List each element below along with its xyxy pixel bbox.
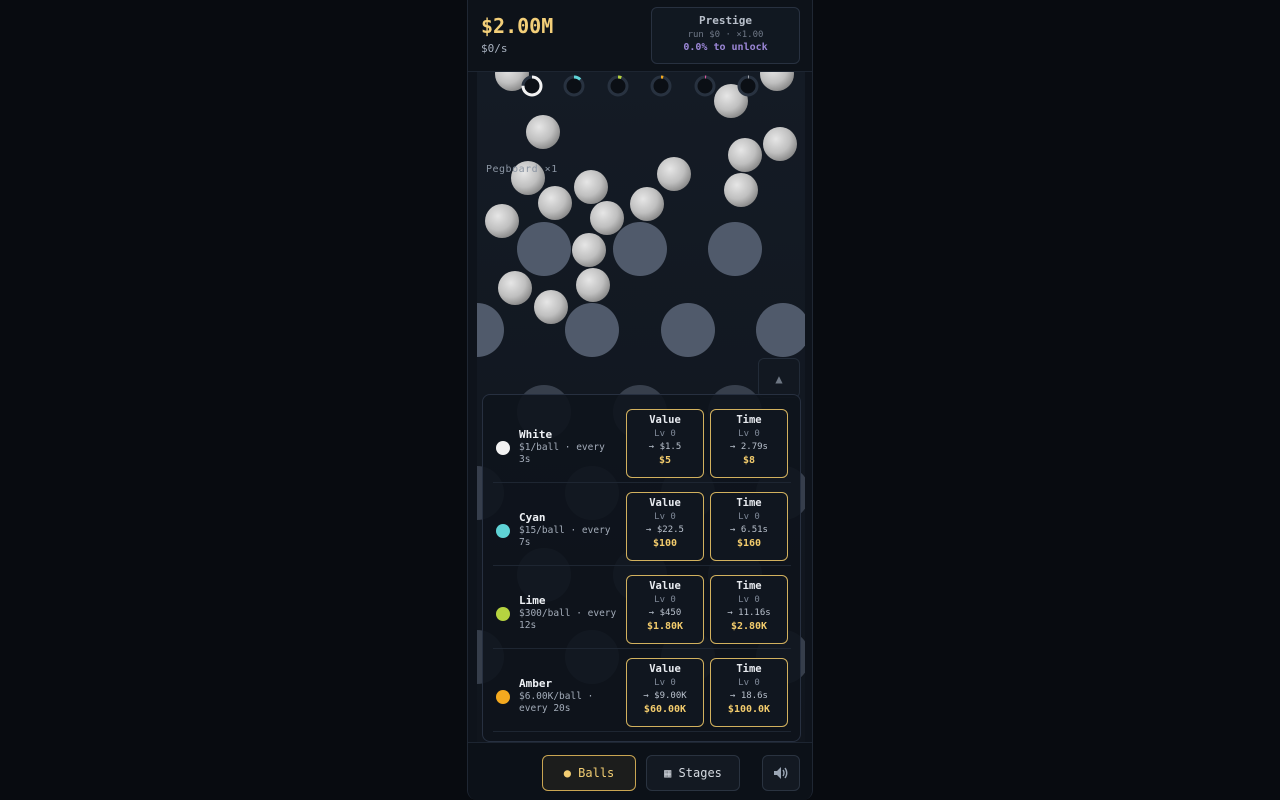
ball-description: $6.00K/ball · every 20s bbox=[519, 691, 594, 714]
speaker-icon bbox=[774, 767, 788, 779]
card-title: Time bbox=[736, 497, 762, 509]
falling-ball bbox=[572, 233, 606, 267]
ball-row-lime: Lime $300/ball · every 12s Value Lv 0 → … bbox=[493, 566, 791, 649]
sound-toggle-button[interactable] bbox=[762, 755, 800, 791]
card-price: $8 bbox=[742, 455, 756, 466]
card-price: $5 bbox=[658, 455, 672, 466]
card-level: Lv 0 bbox=[654, 512, 676, 522]
card-next: → 6.51s bbox=[730, 525, 768, 535]
card-price: $2.80K bbox=[730, 621, 768, 632]
header: $2.00M $0/s Prestige run $0 · ×1.00 0.0%… bbox=[468, 0, 812, 72]
ball-description: $1/ball · every 3s bbox=[519, 442, 605, 465]
peg bbox=[708, 222, 762, 276]
card-level: Lv 0 bbox=[654, 595, 676, 605]
peg bbox=[661, 303, 715, 357]
card-next: → $450 bbox=[648, 608, 682, 618]
spawn-timer bbox=[650, 75, 672, 97]
peg bbox=[613, 222, 667, 276]
falling-ball bbox=[760, 72, 794, 91]
prestige-title: Prestige bbox=[699, 14, 752, 27]
falling-ball bbox=[763, 127, 797, 161]
ball-description: $300/ball · every 12s bbox=[519, 608, 617, 631]
money-display: $2.00M bbox=[481, 14, 554, 38]
card-level: Lv 0 bbox=[738, 429, 760, 439]
time-upgrade-button[interactable]: Time Lv 0 → 18.6s $100.0K bbox=[710, 658, 788, 727]
card-title: Value bbox=[649, 497, 681, 509]
card-price: $160 bbox=[736, 538, 762, 549]
falling-ball bbox=[534, 290, 568, 324]
falling-ball bbox=[657, 157, 691, 191]
prestige-button[interactable]: Prestige run $0 · ×1.00 0.0% to unlock bbox=[651, 7, 800, 64]
time-upgrade-button[interactable]: Time Lv 0 → 11.16s $2.80K bbox=[710, 575, 788, 644]
card-title: Time bbox=[736, 414, 762, 426]
value-upgrade-button[interactable]: Value Lv 0 → $450 $1.80K bbox=[626, 575, 704, 644]
ball-upgrades-panel: White $1/ball · every 3s Value Lv 0 → $1… bbox=[482, 394, 801, 742]
card-title: Time bbox=[736, 580, 762, 592]
falling-ball bbox=[526, 115, 560, 149]
card-title: Value bbox=[649, 414, 681, 426]
falling-ball bbox=[590, 201, 624, 235]
income-rate: $0/s bbox=[481, 42, 508, 55]
card-next: → 11.16s bbox=[727, 608, 771, 618]
ball-name: Lime bbox=[519, 594, 546, 607]
falling-ball bbox=[630, 187, 664, 221]
falling-ball bbox=[724, 173, 758, 207]
ball-color-dot bbox=[496, 524, 510, 538]
value-upgrade-button[interactable]: Value Lv 0 → $9.00K $60.00K bbox=[626, 658, 704, 727]
ball-color-dot bbox=[496, 607, 510, 621]
peg bbox=[565, 303, 619, 357]
tab-stages[interactable]: ▦ Stages bbox=[646, 755, 740, 791]
card-price: $1.80K bbox=[646, 621, 684, 632]
collapse-panel-button[interactable]: ▲ bbox=[758, 358, 800, 398]
card-level: Lv 0 bbox=[738, 678, 760, 688]
ball-row-white: White $1/ball · every 3s Value Lv 0 → $1… bbox=[493, 400, 791, 483]
peg bbox=[517, 222, 571, 276]
falling-ball bbox=[498, 271, 532, 305]
falling-ball bbox=[728, 138, 762, 172]
ball-row-cyan: Cyan $15/ball · every 7s Value Lv 0 → $2… bbox=[493, 483, 791, 566]
bottom-nav: ● Balls ▦ Stages bbox=[468, 742, 812, 800]
value-upgrade-button[interactable]: Value Lv 0 → $1.5 $5 bbox=[626, 409, 704, 478]
prestige-unlock: 0.0% to unlock bbox=[683, 42, 768, 53]
pegboard-label: Pegboard ×1 bbox=[486, 164, 558, 175]
card-next: → 2.79s bbox=[730, 442, 768, 452]
ball-color-dot bbox=[496, 690, 510, 704]
card-level: Lv 0 bbox=[654, 429, 676, 439]
time-upgrade-button[interactable]: Time Lv 0 → 2.79s $8 bbox=[710, 409, 788, 478]
card-level: Lv 0 bbox=[738, 512, 760, 522]
card-title: Value bbox=[649, 663, 681, 675]
falling-ball bbox=[576, 268, 610, 302]
falling-ball bbox=[574, 170, 608, 204]
ball-name: White bbox=[519, 428, 553, 441]
tab-balls[interactable]: ● Balls bbox=[542, 755, 636, 791]
ball-description: $15/ball · every 7s bbox=[519, 525, 611, 548]
card-next: → $9.00K bbox=[643, 691, 687, 701]
game-window: $2.00M $0/s Prestige run $0 · ×1.00 0.0%… bbox=[467, 0, 813, 800]
card-next: → 18.6s bbox=[730, 691, 768, 701]
falling-ball bbox=[485, 204, 519, 238]
peg bbox=[756, 303, 805, 357]
card-level: Lv 0 bbox=[738, 595, 760, 605]
spawn-timer bbox=[563, 75, 585, 97]
prestige-subtitle: run $0 · ×1.00 bbox=[687, 30, 764, 40]
card-title: Time bbox=[736, 663, 762, 675]
card-price: $100.0K bbox=[727, 704, 771, 715]
value-upgrade-button[interactable]: Value Lv 0 → $22.5 $100 bbox=[626, 492, 704, 561]
card-next: → $22.5 bbox=[646, 525, 684, 535]
falling-ball bbox=[538, 186, 572, 220]
ball-name: Amber bbox=[519, 677, 553, 690]
ball-color-dot bbox=[496, 441, 510, 455]
card-title: Value bbox=[649, 580, 681, 592]
ball-row-amber: Amber $6.00K/ball · every 20s Value Lv 0… bbox=[493, 649, 791, 732]
peg bbox=[477, 303, 504, 357]
time-upgrade-button[interactable]: Time Lv 0 → 6.51s $160 bbox=[710, 492, 788, 561]
spawn-timer bbox=[694, 75, 716, 97]
card-price: $100 bbox=[652, 538, 678, 549]
ball-name: Cyan bbox=[519, 511, 546, 524]
spawn-timer bbox=[607, 75, 629, 97]
card-level: Lv 0 bbox=[654, 678, 676, 688]
card-price: $60.00K bbox=[643, 704, 687, 715]
spawn-timer bbox=[737, 75, 759, 97]
card-next: → $1.5 bbox=[648, 442, 682, 452]
